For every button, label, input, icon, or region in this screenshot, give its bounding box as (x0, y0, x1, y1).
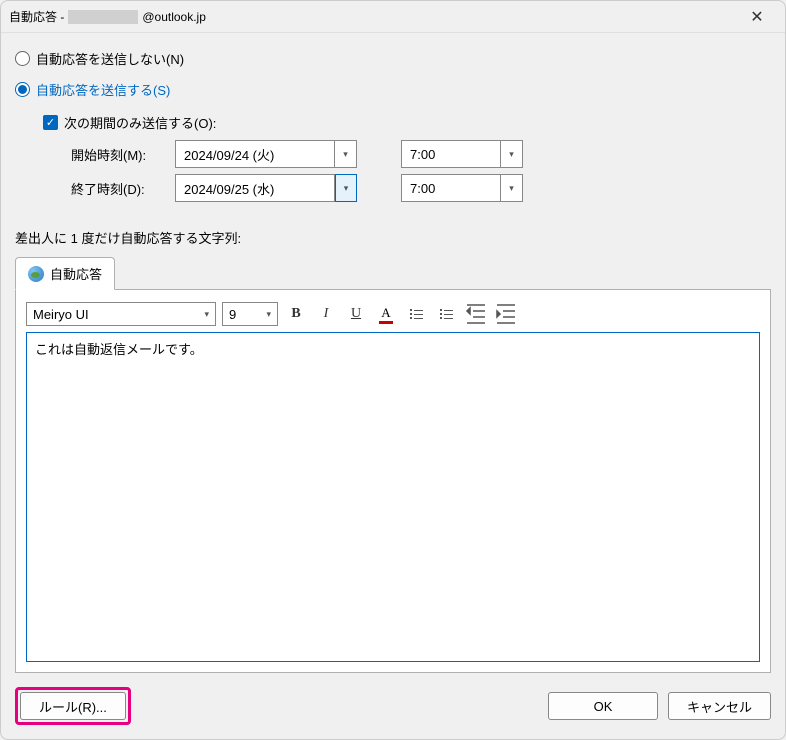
ok-button[interactable]: OK (548, 692, 658, 720)
dialog-content: 自動応答を送信しない(N) 自動応答を送信する(S) ✓ 次の期間のみ送信する(… (1, 33, 785, 673)
close-button[interactable]: ✕ (737, 3, 777, 31)
start-time-label: 開始時刻(M): (71, 145, 163, 164)
end-time-label: 終了時刻(D): (71, 179, 163, 198)
start-time-input[interactable]: 7:00 (401, 140, 501, 168)
chevron-down-icon: ▾ (509, 149, 514, 160)
globe-icon (28, 266, 44, 282)
auto-reply-dialog: 自動応答 - @outlook.jp ✕ 自動応答を送信しない(N) 自動応答を… (0, 0, 786, 740)
chevron-down-icon: ▾ (344, 183, 349, 194)
end-time-input[interactable]: 7:00 (401, 174, 501, 202)
editor-panel: Meiryo UI ▾ 9 ▾ B I U A (15, 289, 771, 673)
numbered-list-icon (440, 309, 453, 319)
font-color-indicator (379, 321, 393, 324)
bold-button[interactable]: B (284, 302, 308, 326)
end-time-dropdown[interactable]: ▾ (501, 174, 523, 202)
font-family-value: Meiryo UI (33, 307, 89, 322)
font-size-select[interactable]: 9 ▾ (222, 302, 278, 326)
increase-indent-icon (494, 302, 518, 326)
chevron-down-icon: ▾ (266, 309, 271, 320)
bullet-list-icon (410, 309, 423, 319)
cancel-button[interactable]: キャンセル (668, 692, 771, 720)
chevron-down-icon: ▾ (204, 309, 209, 320)
bullet-list-button[interactable] (404, 302, 428, 326)
editor-text: これは自動返信メールです。 (35, 342, 203, 357)
radio-send-row[interactable]: 自動応答を送信する(S) (15, 80, 771, 99)
font-color-letter: A (381, 305, 390, 321)
radio-dont-send-row[interactable]: 自動応答を送信しない(N) (15, 49, 771, 68)
period-section: ✓ 次の期間のみ送信する(O): 開始時刻(M): 2024/09/24 (火)… (43, 105, 771, 208)
end-date-input[interactable]: 2024/09/25 (水) (175, 174, 335, 202)
end-time-row: 終了時刻(D): 2024/09/25 (水) ▾ 7:00 ▾ (71, 174, 771, 202)
message-editor[interactable]: これは自動返信メールです。 (26, 332, 760, 662)
reply-once-label: 差出人に 1 度だけ自動応答する文字列: (15, 228, 771, 247)
titlebar: 自動応答 - @outlook.jp ✕ (1, 1, 785, 33)
chevron-down-icon: ▾ (509, 183, 514, 194)
start-date-dropdown[interactable]: ▾ (335, 140, 357, 168)
chevron-down-icon: ▾ (343, 149, 348, 160)
end-date-dropdown[interactable]: ▾ (335, 174, 357, 202)
window-title: 自動応答 - @outlook.jp (9, 8, 737, 25)
rules-button[interactable]: ルール(R)... (20, 692, 126, 720)
period-checkbox-row[interactable]: ✓ 次の期間のみ送信する(O): (43, 113, 771, 132)
radio-dont-send[interactable] (15, 51, 30, 66)
dialog-footer: ルール(R)... OK キャンセル (1, 673, 785, 739)
title-email-suffix: @outlook.jp (142, 10, 206, 24)
font-color-button[interactable]: A (374, 302, 398, 326)
period-checkbox[interactable]: ✓ (43, 115, 58, 130)
end-date-field[interactable]: 2024/09/25 (水) ▾ (175, 174, 357, 202)
numbered-list-button[interactable] (434, 302, 458, 326)
redacted-email-user (68, 10, 138, 24)
decrease-indent-button[interactable] (464, 302, 488, 326)
underline-button[interactable]: U (344, 302, 368, 326)
decrease-indent-icon (464, 302, 488, 326)
format-toolbar: Meiryo UI ▾ 9 ▾ B I U A (26, 302, 760, 326)
font-size-value: 9 (229, 307, 236, 322)
tab-bar: 自動応答 (15, 257, 771, 290)
close-icon: ✕ (750, 7, 763, 27)
radio-send[interactable] (15, 82, 30, 97)
end-time-field[interactable]: 7:00 ▾ (369, 174, 523, 202)
italic-button[interactable]: I (314, 302, 338, 326)
tab-auto-reply[interactable]: 自動応答 (15, 257, 115, 290)
increase-indent-button[interactable] (494, 302, 518, 326)
start-time-dropdown[interactable]: ▾ (501, 140, 523, 168)
radio-dont-send-label: 自動応答を送信しない(N) (36, 49, 184, 68)
font-family-select[interactable]: Meiryo UI ▾ (26, 302, 216, 326)
radio-send-label: 自動応答を送信する(S) (36, 80, 170, 99)
start-date-input[interactable]: 2024/09/24 (火) (175, 140, 335, 168)
start-time-field[interactable]: 7:00 ▾ (369, 140, 523, 168)
tab-label: 自動応答 (50, 264, 102, 283)
period-checkbox-label: 次の期間のみ送信する(O): (64, 113, 216, 132)
start-time-row: 開始時刻(M): 2024/09/24 (火) ▾ 7:00 ▾ (71, 140, 771, 168)
title-prefix: 自動応答 - (9, 8, 64, 25)
start-date-field[interactable]: 2024/09/24 (火) ▾ (175, 140, 357, 168)
rules-highlight: ルール(R)... (15, 687, 131, 725)
